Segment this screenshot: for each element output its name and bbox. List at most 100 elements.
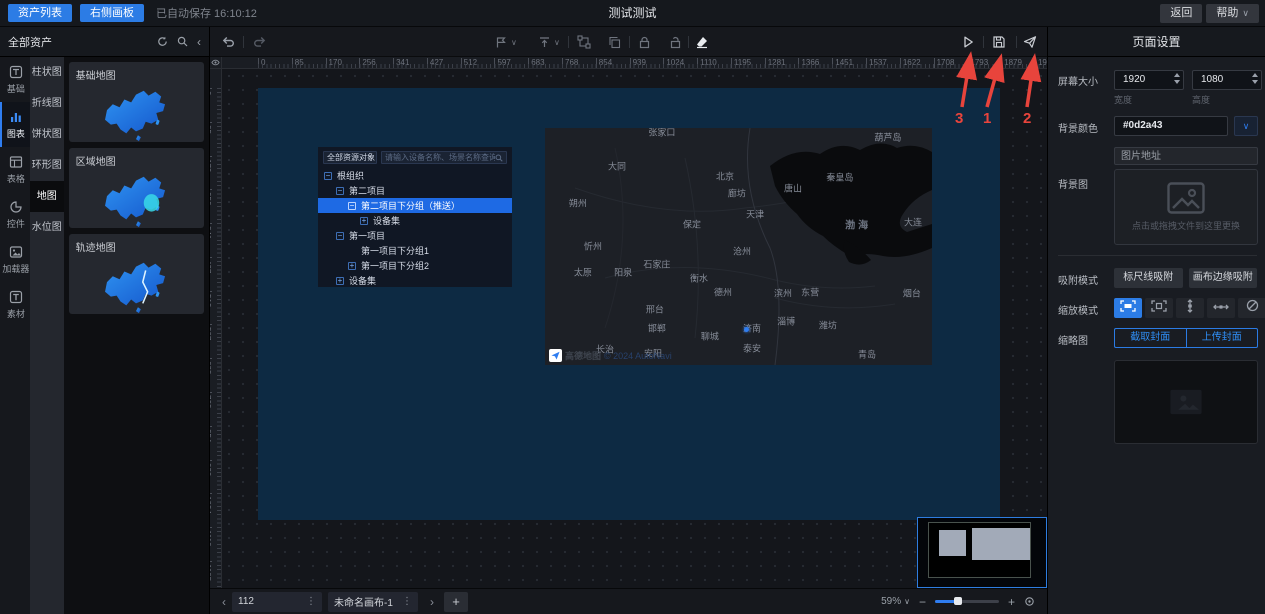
subcategory-item-4[interactable]: 地图: [30, 181, 64, 212]
preview-play-icon[interactable]: [960, 34, 976, 50]
prev-tab-icon[interactable]: ‹: [222, 595, 226, 609]
tree-node-0[interactable]: −根组织: [318, 168, 512, 183]
zoom-level-select[interactable]: 59%∨: [881, 596, 910, 607]
sidebar-item-material[interactable]: 素材: [0, 282, 30, 327]
tree-node-6[interactable]: +第一项目下分组2: [318, 258, 512, 273]
refresh-icon[interactable]: [157, 36, 168, 47]
chevron-down-icon[interactable]: ∨: [511, 38, 517, 47]
tab-menu-icon[interactable]: ⋮: [306, 596, 316, 607]
control-icon: [9, 200, 23, 214]
map-city-label: 朔州: [569, 196, 587, 209]
tree-node-5[interactable]: 第一项目下分组1: [318, 243, 512, 258]
redo-icon[interactable]: [252, 34, 268, 50]
minimap[interactable]: [917, 517, 1047, 588]
lock-icon[interactable]: [636, 34, 652, 50]
tree-filter-select[interactable]: 全部资源对象∨: [323, 151, 377, 164]
map-card-basic[interactable]: 基础地图: [69, 62, 204, 142]
bg-image-dropzone[interactable]: 点击或拖拽文件到这里更换: [1114, 169, 1258, 245]
fit-view-icon[interactable]: [1024, 596, 1035, 607]
collapse-node-icon[interactable]: −: [336, 187, 344, 195]
clear-eraser-icon[interactable]: [694, 34, 710, 50]
zoom-slider[interactable]: [935, 600, 999, 603]
zoom-mode-fit-screen[interactable]: [1114, 298, 1142, 318]
collapse-node-icon[interactable]: −: [336, 232, 344, 240]
ruler-tick-label: 597: [494, 58, 510, 69]
zoom-slider-handle[interactable]: [954, 597, 962, 605]
next-tab-icon[interactable]: ›: [430, 595, 434, 609]
snap-mode-button-0[interactable]: 标尺线吸附: [1114, 268, 1183, 288]
zoom-mode-fit-height[interactable]: [1176, 298, 1204, 318]
device-tree-component[interactable]: 全部资源对象∨ −根组织−第二项目−第二项目下分组（推送）+设备集−第一项目第一…: [318, 147, 512, 287]
width-stepper[interactable]: [1174, 73, 1180, 84]
ruler-tick-label: 768: [210, 392, 212, 408]
tree-node-2[interactable]: −第二项目下分组（推送）: [318, 198, 512, 213]
canvas-workspace[interactable]: 全部资源对象∨ −根组织−第二项目−第二项目下分组（推送）+设备集−第一项目第一…: [222, 69, 1047, 588]
expand-node-icon[interactable]: +: [348, 262, 356, 270]
tab-menu-icon[interactable]: ⋮: [402, 596, 412, 607]
search-icon[interactable]: [177, 36, 188, 47]
artboard[interactable]: 全部资源对象∨ −根组织−第二项目−第二项目下分组（推送）+设备集−第一项目第一…: [258, 88, 1000, 520]
tree-search-input[interactable]: [385, 153, 495, 162]
canvas-tab[interactable]: 未命名画布-1⋮: [328, 592, 418, 612]
flag-icon[interactable]: [493, 34, 509, 50]
ruler-tick-label: 427: [210, 257, 212, 273]
tree-node-1[interactable]: −第二项目: [318, 183, 512, 198]
expand-node-icon[interactable]: +: [360, 217, 368, 225]
capture-cover-button[interactable]: 截取封面: [1114, 328, 1186, 348]
zoom-mode-fit-width[interactable]: [1207, 298, 1235, 318]
map-city-label: 廊坊: [728, 186, 746, 199]
undo-icon[interactable]: [220, 34, 236, 50]
upload-cover-button[interactable]: 上传封面: [1186, 328, 1259, 348]
chevron-down-icon[interactable]: ∨: [554, 38, 560, 47]
map-card-track[interactable]: 轨迹地图: [69, 234, 204, 314]
zoom-in-button[interactable]: +: [1008, 595, 1015, 609]
map-component[interactable]: 张家口葫芦岛大同北京秦皇岛唐山廊坊朔州天津保定大连忻州沧州石家庄太原阳泉衡水德州…: [545, 128, 932, 365]
sidebar-item-loader[interactable]: 加载器: [0, 237, 30, 282]
ruler-tick-label: 1024: [663, 58, 684, 69]
subcategory-item-1[interactable]: 折线图: [30, 88, 64, 119]
zoom-out-button[interactable]: −: [919, 595, 926, 609]
collapse-node-icon[interactable]: −: [324, 172, 332, 180]
map-city-label: 太原: [574, 266, 592, 279]
map-card-region[interactable]: 区域地图: [69, 148, 204, 228]
subcategory-item-5[interactable]: 水位图: [30, 212, 64, 243]
color-picker-chevron[interactable]: ∨: [1234, 116, 1258, 136]
tree-search-box[interactable]: [381, 151, 507, 164]
sidebar-item-chart[interactable]: 图表: [0, 102, 30, 147]
subcategory-item-3[interactable]: 环形图: [30, 150, 64, 181]
add-canvas-button[interactable]: +: [444, 592, 468, 612]
sidebar-item-control[interactable]: 控件: [0, 192, 30, 237]
save-icon[interactable]: [991, 34, 1007, 50]
tree-node-3[interactable]: +设备集: [318, 213, 512, 228]
snap-mode-button-1[interactable]: 画布边缘吸附: [1189, 268, 1258, 288]
align-top-icon[interactable]: [536, 34, 552, 50]
sidebar-item-basic[interactable]: 基础: [0, 57, 30, 102]
bg-color-input[interactable]: [1114, 116, 1228, 136]
page-tab[interactable]: 112⋮: [232, 592, 322, 612]
right-panel-button[interactable]: 右侧画板: [80, 4, 144, 22]
collapse-node-icon[interactable]: −: [348, 202, 356, 210]
tree-node-7[interactable]: +设备集: [318, 273, 512, 287]
image-url-input[interactable]: [1114, 147, 1258, 165]
help-button[interactable]: 帮助∨: [1206, 4, 1259, 23]
publish-send-icon[interactable]: [1022, 34, 1038, 50]
sidebar-item-table[interactable]: 表格: [0, 147, 30, 192]
category-rail: 基础图表表格控件加载器素材: [0, 57, 30, 614]
back-button[interactable]: 返回: [1160, 4, 1202, 23]
subcategory-item-2[interactable]: 饼状图: [30, 119, 64, 150]
tree-node-4[interactable]: −第一项目: [318, 228, 512, 243]
page-title: 测试测试: [608, 0, 656, 27]
unlock-icon[interactable]: [667, 34, 683, 50]
copy-icon[interactable]: [606, 34, 622, 50]
ruler-visibility-eye-icon[interactable]: [210, 57, 222, 69]
group-icon[interactable]: [576, 34, 592, 50]
zoom-mode-no-scale[interactable]: [1238, 298, 1265, 318]
fit-width-icon: [1213, 299, 1229, 317]
collapse-panel-icon[interactable]: ‹: [197, 35, 201, 49]
asset-list-button[interactable]: 资产列表: [8, 4, 72, 22]
zoom-mode-fit-contain[interactable]: [1145, 298, 1173, 318]
height-stepper[interactable]: [1252, 73, 1258, 84]
expand-node-icon[interactable]: +: [336, 277, 344, 285]
image-placeholder-icon: [1169, 389, 1203, 415]
subcategory-item-0[interactable]: 柱状图: [30, 57, 64, 88]
